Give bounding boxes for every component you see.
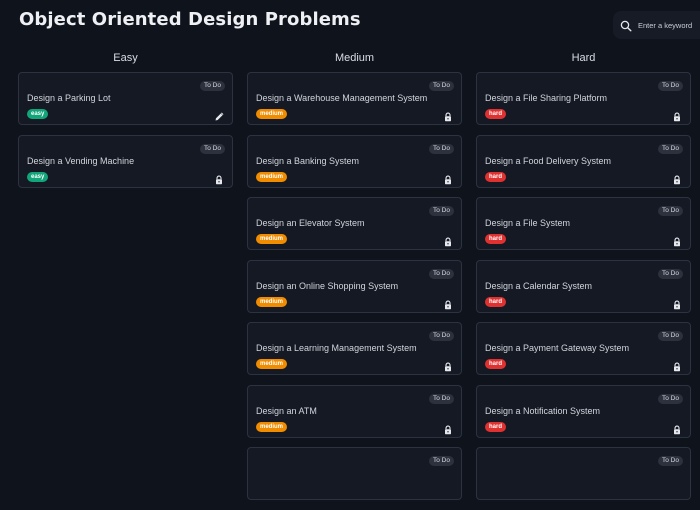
- problem-card[interactable]: To Do: [476, 447, 691, 500]
- difficulty-badge: medium: [256, 296, 288, 307]
- difficulty-badge: hard: [485, 171, 507, 182]
- problem-card[interactable]: To Do Design a Banking System medium: [247, 134, 462, 188]
- column-hard: Hard To Do Design a File Sharing Platform…: [476, 50, 691, 510]
- page-title: Object Oriented Design Problems: [19, 9, 361, 30]
- card-title: Design a Banking System: [256, 155, 360, 166]
- problem-card[interactable]: To Do: [247, 447, 462, 500]
- difficulty-badge: hard: [485, 109, 507, 119]
- problem-card[interactable]: To Do Design an Online Shopping System med…: [247, 259, 462, 313]
- problem-card[interactable]: To Do Design a Learning Management System…: [247, 322, 462, 375]
- card-list-medium: To Do Design a Warehouse Management Syste…: [247, 72, 462, 500]
- card-title: Design a Warehouse Management System: [256, 93, 428, 103]
- problem-card[interactable]: To Do Design a Calendar System hard: [476, 259, 691, 313]
- problem-card[interactable]: To Do Design a File Sharing Platform hard: [476, 72, 691, 125]
- card-list-hard: To Do Design a File Sharing Platform hard T…: [476, 72, 691, 500]
- difficulty-badge: easy: [27, 171, 49, 182]
- card-title: Design a Food Delivery System: [485, 155, 612, 166]
- status-badge: To Do: [658, 81, 683, 91]
- difficulty-badge: hard: [485, 359, 507, 369]
- problem-card[interactable]: To Do Design a Parking Lot easy: [18, 72, 233, 125]
- lock-icon: [443, 234, 453, 247]
- status-badge: To Do: [429, 331, 454, 341]
- problem-card[interactable]: To Do Design a Payment Gateway System hard: [476, 322, 691, 375]
- difficulty-badge: medium: [256, 171, 288, 182]
- status-badge: To Do: [429, 143, 454, 154]
- card-title: Design a File Sharing Platform: [485, 93, 608, 103]
- edit-icon[interactable]: [214, 109, 224, 121]
- lock-icon: [672, 359, 682, 372]
- search-icon: [620, 19, 632, 32]
- problem-card[interactable]: To Do Design a Vending Machine easy: [18, 134, 233, 188]
- status-badge: To Do: [658, 143, 683, 154]
- status-badge: To Do: [429, 81, 454, 91]
- status-badge: To Do: [658, 331, 683, 341]
- lock-icon: [672, 297, 682, 309]
- card-title: Design an Online Shopping System: [256, 280, 399, 291]
- difficulty-badge: medium: [256, 109, 288, 119]
- card-title: Design an ATM: [256, 405, 317, 416]
- status-badge: To Do: [658, 206, 683, 216]
- problem-card[interactable]: To Do Design an ATM medium: [247, 384, 462, 438]
- difficulty-badge: easy: [27, 109, 49, 119]
- lock-icon: [672, 109, 682, 122]
- status-badge: To Do: [429, 206, 454, 216]
- status-badge: To Do: [429, 456, 454, 466]
- card-title: Design a Calendar System: [485, 280, 593, 291]
- status-badge: To Do: [200, 81, 225, 91]
- lock-icon: [672, 234, 682, 247]
- difficulty-badge: medium: [256, 234, 288, 244]
- status-badge: To Do: [429, 393, 454, 404]
- lock-icon: [443, 297, 453, 309]
- lock-icon: [672, 422, 682, 434]
- card-title: Design a Vending Machine: [27, 155, 135, 166]
- card-title: Design a Parking Lot: [27, 93, 111, 103]
- problem-card[interactable]: To Do Design a Food Delivery System hard: [476, 134, 691, 188]
- column-header-hard: Hard: [571, 52, 596, 64]
- card-title: Design a Learning Management System: [256, 343, 417, 353]
- difficulty-badge: hard: [485, 296, 507, 307]
- status-badge: To Do: [658, 268, 683, 279]
- status-badge: To Do: [200, 143, 225, 154]
- search-box[interactable]: [613, 11, 700, 39]
- card-title: Design a Payment Gateway System: [485, 343, 630, 353]
- problem-card[interactable]: To Do Design a Notification System hard: [476, 384, 691, 438]
- column-medium: Medium To Do Design a Warehouse Managemen…: [247, 50, 462, 510]
- status-badge: To Do: [658, 393, 683, 404]
- lock-icon: [443, 359, 453, 372]
- card-list-easy: To Do Design a Parking Lot easy To Do Design…: [18, 72, 233, 188]
- difficulty-badge: medium: [256, 421, 288, 432]
- lock-icon: [672, 172, 682, 184]
- lock-icon: [214, 172, 224, 184]
- lock-icon: [443, 172, 453, 184]
- difficulty-badge: medium: [256, 359, 288, 369]
- lock-icon: [443, 422, 453, 434]
- problem-card[interactable]: To Do Design a Warehouse Management Syste…: [247, 72, 462, 125]
- column-header-medium: Medium: [334, 52, 375, 64]
- search-input[interactable]: [638, 20, 700, 30]
- card-title: Design an Elevator System: [256, 218, 365, 228]
- column-easy: Easy To Do Design a Parking Lot easy To Do D…: [18, 50, 233, 197]
- lock-icon: [443, 109, 453, 122]
- card-title: Design a File System: [485, 218, 571, 228]
- difficulty-badge: hard: [485, 234, 507, 244]
- problem-card[interactable]: To Do Design an Elevator System medium: [247, 197, 462, 250]
- column-header-easy: Easy: [113, 52, 138, 64]
- status-badge: To Do: [429, 268, 454, 279]
- card-title: Design a Notification System: [485, 405, 601, 416]
- difficulty-badge: hard: [485, 421, 507, 432]
- problem-card[interactable]: To Do Design a File System hard: [476, 197, 691, 250]
- status-badge: To Do: [658, 456, 683, 466]
